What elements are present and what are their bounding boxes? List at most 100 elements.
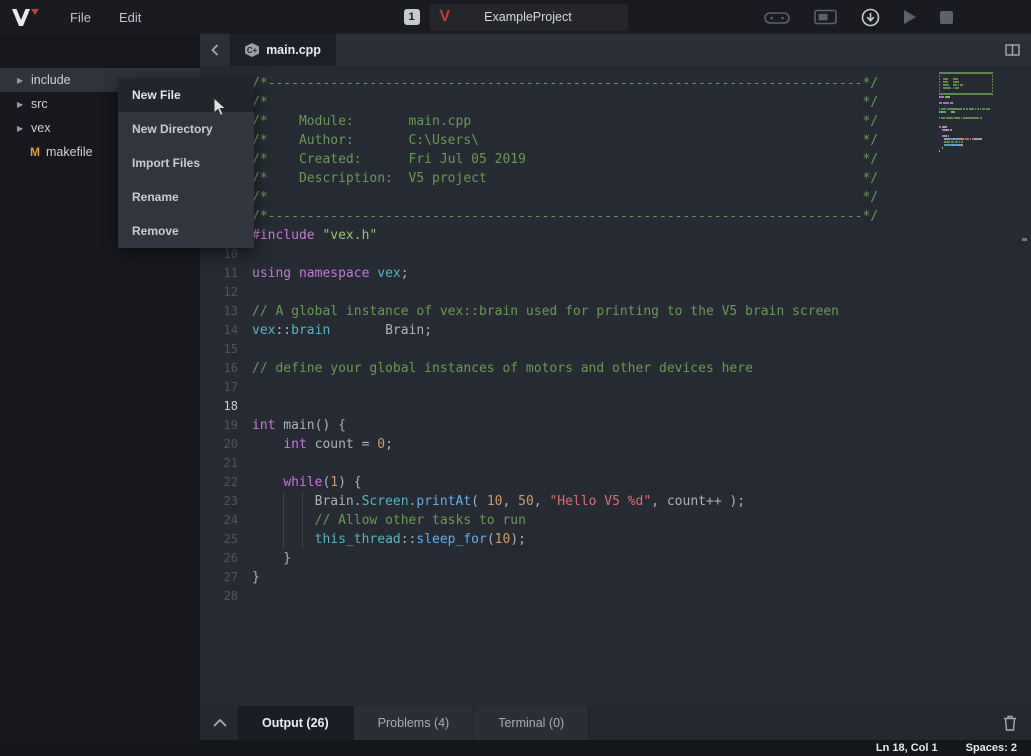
code-token: , bbox=[534, 494, 550, 509]
code-line[interactable]: 21 bbox=[200, 454, 1031, 473]
code-line[interactable]: 8/*-------------------------------------… bbox=[200, 207, 1031, 226]
code-line[interactable]: 2/* */ bbox=[200, 93, 1031, 112]
code-line[interactable]: 24 // Allow other tasks to run bbox=[200, 511, 1031, 530]
code-line[interactable]: 22 while(1) { bbox=[200, 473, 1031, 492]
minimap-line bbox=[939, 150, 1019, 152]
trash-icon bbox=[1003, 715, 1017, 731]
panel-tab-terminal-0[interactable]: Terminal (0) bbox=[474, 706, 589, 740]
tab-strip: C+ main.cpp bbox=[200, 34, 1031, 66]
code-line[interactable]: 16// define your global instances of mot… bbox=[200, 359, 1031, 378]
folder-arrow-icon[interactable]: ▶ bbox=[17, 100, 31, 109]
code-line[interactable]: 26 } bbox=[200, 549, 1031, 568]
code-token: brain bbox=[291, 323, 330, 338]
code-token: } bbox=[252, 551, 291, 566]
code-text: // Allow other tasks to run bbox=[252, 511, 526, 530]
minimap-line bbox=[939, 138, 1019, 140]
code-line[interactable]: 10 bbox=[200, 245, 1031, 264]
code-line[interactable]: 28 bbox=[200, 587, 1031, 606]
stop-icon[interactable] bbox=[940, 11, 953, 24]
code-line[interactable]: 27} bbox=[200, 568, 1031, 587]
project-name-button[interactable]: V ExampleProject bbox=[430, 4, 628, 31]
code-line[interactable]: 13// A global instance of vex::brain use… bbox=[200, 302, 1031, 321]
code-line[interactable]: 18 bbox=[200, 397, 1031, 416]
brain-icon[interactable] bbox=[814, 9, 837, 25]
code-token bbox=[252, 513, 315, 528]
code-line[interactable]: 23 Brain.Screen.printAt( 10, 50, "Hello … bbox=[200, 492, 1031, 511]
line-number: 13 bbox=[200, 302, 252, 321]
code-token: , bbox=[502, 494, 518, 509]
code-text: /* Module: main.cpp */ bbox=[252, 112, 878, 131]
code-token: 0 bbox=[377, 437, 385, 452]
code-token: this_thread bbox=[315, 532, 401, 547]
code-line[interactable]: 14vex::brain Brain; bbox=[200, 321, 1031, 340]
code-line[interactable]: 7/* */ bbox=[200, 188, 1031, 207]
panel-tab-problems-4[interactable]: Problems (4) bbox=[354, 706, 475, 740]
panel-expand-button[interactable] bbox=[202, 706, 238, 740]
play-icon[interactable] bbox=[904, 10, 916, 24]
code-token: :: bbox=[401, 532, 417, 547]
folder-arrow-icon[interactable]: ▶ bbox=[17, 124, 31, 133]
line-number: 11 bbox=[200, 264, 252, 283]
back-button[interactable] bbox=[200, 34, 230, 66]
code-token bbox=[252, 437, 283, 452]
context-menu-item-new-file[interactable]: New File bbox=[118, 78, 254, 112]
download-icon[interactable] bbox=[861, 8, 880, 27]
code-line[interactable]: 12 bbox=[200, 283, 1031, 302]
context-menu-item-new-directory[interactable]: New Directory bbox=[118, 112, 254, 146]
code-line[interactable]: 5/* Created: Fri Jul 05 2019 */ bbox=[200, 150, 1031, 169]
line-number: 17 bbox=[200, 378, 252, 397]
topbar: File Edit 1 V ExampleProject bbox=[0, 0, 1031, 34]
code-token: sleep_for bbox=[416, 532, 486, 547]
context-menu: New FileNew DirectoryImport FilesRenameR… bbox=[118, 78, 254, 248]
code-token: Brain; bbox=[330, 323, 432, 338]
code-text: /*--------------------------------------… bbox=[252, 207, 878, 226]
code-text: this_thread::sleep_for(10); bbox=[252, 530, 526, 549]
clear-output-button[interactable] bbox=[989, 706, 1031, 740]
code-line[interactable]: 15 bbox=[200, 340, 1031, 359]
tab-main-cpp[interactable]: C+ main.cpp bbox=[230, 34, 336, 66]
minimap-line bbox=[939, 132, 1019, 134]
line-number: 14 bbox=[200, 321, 252, 340]
folder-arrow-icon[interactable]: ▶ bbox=[17, 76, 31, 85]
code-token: /* Module: main.cpp */ bbox=[252, 114, 878, 129]
code-token: /* Description: V5 project */ bbox=[252, 171, 878, 186]
code-line[interactable]: 1/*-------------------------------------… bbox=[200, 74, 1031, 93]
minimap-line bbox=[939, 144, 1019, 146]
context-menu-item-import-files[interactable]: Import Files bbox=[118, 146, 254, 180]
bottom-tabs: Output (26)Problems (4)Terminal (0) bbox=[238, 706, 589, 740]
code-line[interactable]: 9#include "vex.h" bbox=[200, 226, 1031, 245]
code-line[interactable]: 19int main() { bbox=[200, 416, 1031, 435]
line-number: 25 bbox=[200, 530, 252, 549]
code-token: 10 bbox=[487, 494, 503, 509]
menu-edit[interactable]: Edit bbox=[119, 10, 141, 25]
code-token: main() { bbox=[275, 418, 345, 433]
split-editor-button[interactable] bbox=[993, 34, 1031, 66]
sidebar-item-label: src bbox=[31, 97, 48, 111]
code-text: // define your global instances of motor… bbox=[252, 359, 753, 378]
minimap-line bbox=[939, 129, 1019, 131]
slot-indicator[interactable]: 1 bbox=[404, 9, 420, 25]
code-token: printAt bbox=[416, 494, 471, 509]
code-line[interactable]: 25 this_thread::sleep_for(10); bbox=[200, 530, 1031, 549]
code-editor[interactable]: 1/*-------------------------------------… bbox=[200, 66, 1031, 706]
minimap-line bbox=[939, 96, 1019, 98]
chevron-left-icon bbox=[211, 44, 219, 56]
code-line[interactable]: 20 int count = 0; bbox=[200, 435, 1031, 454]
context-menu-item-remove[interactable]: Remove bbox=[118, 214, 254, 248]
code-line[interactable]: 3/* Module: main.cpp */ bbox=[200, 112, 1031, 131]
code-line[interactable]: 6/* Description: V5 project */ bbox=[200, 169, 1031, 188]
controller-icon[interactable] bbox=[764, 9, 790, 26]
code-line[interactable]: 17 bbox=[200, 378, 1031, 397]
code-token: int bbox=[283, 437, 306, 452]
line-number: 23 bbox=[200, 492, 252, 511]
minimap-line bbox=[939, 108, 1019, 110]
context-menu-item-rename[interactable]: Rename bbox=[118, 180, 254, 214]
vexcode-icon: V bbox=[440, 9, 451, 25]
code-line[interactable]: 4/* Author: C:\Users\ */ bbox=[200, 131, 1031, 150]
menu-file[interactable]: File bbox=[70, 10, 91, 25]
panel-tab-output-26[interactable]: Output (26) bbox=[238, 706, 354, 740]
code-text: /* */ bbox=[252, 93, 878, 112]
minimap[interactable] bbox=[939, 72, 1019, 156]
scrollbar-marker[interactable] bbox=[1022, 238, 1027, 241]
code-line[interactable]: 11using namespace vex; bbox=[200, 264, 1031, 283]
